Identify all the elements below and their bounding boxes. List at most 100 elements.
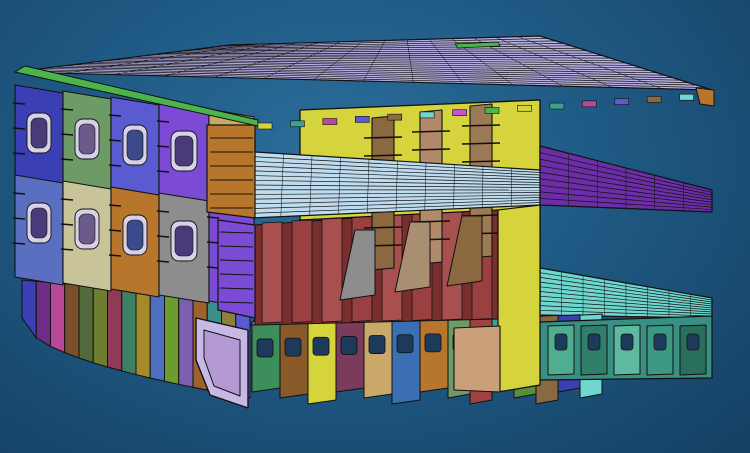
longitudinal-stiffener — [206, 266, 220, 269]
bilge-strake — [149, 290, 165, 382]
deck-longitudinal-end — [290, 120, 305, 128]
longitudinal-stiffener — [60, 108, 74, 111]
lower-bulkhead-web — [261, 221, 283, 324]
deck-longitudinal-end — [646, 96, 662, 103]
bilge-strake — [164, 292, 180, 385]
deck-end-bracket — [695, 87, 715, 107]
stiffener-bracket — [363, 154, 403, 157]
lower-brown-panel — [453, 325, 501, 393]
bilge-strake — [35, 280, 51, 347]
bottom-web-frame — [251, 323, 281, 393]
lower-bulkhead-web — [291, 219, 313, 323]
frame-opening-inner — [126, 129, 144, 161]
frame-opening-inner — [78, 213, 96, 245]
longitudinal-stiffener — [156, 170, 170, 173]
lightening-hole — [340, 336, 358, 355]
deck-longitudinal-end — [484, 107, 500, 114]
bilge-strake — [50, 282, 66, 354]
longitudinal-stiffener — [156, 260, 170, 263]
hull-block-model — [12, 35, 715, 409]
stiffener-bracket — [461, 160, 501, 163]
bilge-strake — [178, 293, 194, 388]
frame-opening-inner — [126, 219, 144, 251]
longitudinal-stiffener — [60, 223, 74, 226]
deck-longitudinal-end — [581, 100, 597, 108]
deck-longitudinal-end — [679, 93, 694, 101]
longitudinal-stiffener — [12, 217, 26, 220]
bottom-web-frame — [363, 320, 393, 399]
bilge-strake — [78, 284, 94, 364]
lower-right-deck — [539, 267, 713, 319]
frame-opening-inner — [174, 135, 194, 167]
side-frames — [12, 84, 256, 319]
lightening-hole — [620, 333, 634, 351]
longitudinal-stiffener — [12, 152, 26, 155]
longitudinal-stiffener — [206, 216, 220, 219]
lightening-hole — [424, 333, 442, 353]
deck-longitudinal-end — [419, 111, 435, 119]
bilge-strake — [107, 287, 123, 372]
lightening-hole — [587, 333, 601, 351]
lightening-hole — [284, 337, 302, 357]
inner-bulkhead-upper — [206, 124, 256, 219]
longitudinal-stiffener — [60, 198, 74, 201]
stiffener-bracket — [461, 124, 501, 127]
bilge-strake — [135, 289, 151, 379]
longitudinal-stiffener — [108, 204, 122, 207]
longitudinal-stiffener — [108, 139, 122, 142]
longitudinal-stiffener — [60, 248, 74, 251]
longitudinal-stiffener — [108, 254, 122, 257]
right-yellow-panel — [497, 204, 541, 393]
deck-longitudinal-end — [387, 113, 403, 121]
lightening-hole — [653, 333, 667, 351]
deck-longitudinal-end — [452, 109, 467, 117]
bottom-web-frame — [307, 321, 337, 405]
stiffener-bracket — [363, 226, 403, 229]
stiffener-bracket — [411, 130, 451, 133]
bottom-web-frame — [419, 318, 449, 393]
stiffener-bracket — [363, 136, 403, 139]
deck-longitudinal-end — [517, 104, 532, 112]
lower-bulkhead-web — [321, 217, 343, 323]
bottom-web-frame — [391, 319, 421, 405]
bottom-web-frame — [279, 322, 309, 399]
bilge-strake — [92, 285, 108, 368]
longitudinal-stiffener — [108, 114, 122, 117]
lightening-hole — [256, 338, 274, 358]
longitudinal-stiffener — [12, 102, 26, 105]
lightening-hole — [368, 335, 386, 354]
bilge-strake — [21, 279, 37, 339]
longitudinal-stiffener — [108, 229, 122, 232]
frame-opening-inner — [30, 207, 48, 239]
longitudinal-stiffener — [12, 242, 26, 245]
mid-right-deck-strip — [539, 145, 713, 213]
longitudinal-stiffener — [12, 127, 26, 130]
bilge-strake — [121, 288, 137, 376]
lightening-hole — [554, 333, 568, 351]
longitudinal-stiffener — [108, 164, 122, 167]
frame-opening-inner — [78, 123, 96, 155]
stiffener-bracket — [461, 142, 501, 145]
longitudinal-stiffener — [60, 158, 74, 161]
longitudinal-stiffener — [156, 145, 170, 148]
frame-opening-inner — [174, 225, 194, 257]
lightening-hole — [396, 334, 414, 354]
longitudinal-stiffener — [156, 120, 170, 123]
longitudinal-stiffener — [156, 235, 170, 238]
longitudinal-stiffener — [60, 133, 74, 136]
stiffener-bracket — [411, 148, 451, 151]
lightening-hole — [312, 336, 330, 356]
deck-longitudinal-end — [354, 116, 370, 123]
bottom-web-frame — [335, 320, 365, 393]
bilge-strake — [64, 283, 80, 359]
deck-longitudinal-end — [322, 118, 338, 125]
longitudinal-stiffener — [156, 210, 170, 213]
longitudinal-stiffener — [12, 192, 26, 195]
lightening-hole — [686, 333, 700, 351]
longitudinal-stiffener — [206, 241, 220, 244]
3d-viewport[interactable] — [0, 0, 750, 453]
frame-opening-inner — [30, 117, 48, 149]
deck-longitudinal-end — [257, 122, 273, 130]
deck-longitudinal-end — [549, 102, 565, 110]
deck-longitudinal-end — [614, 98, 630, 105]
